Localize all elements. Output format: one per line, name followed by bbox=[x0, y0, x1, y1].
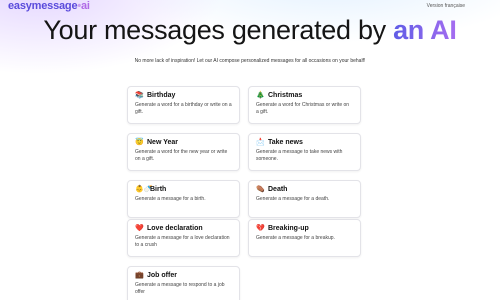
smiling-face-halo-icon: 😇 bbox=[135, 139, 144, 146]
logo-main-text: easymessage bbox=[8, 0, 78, 12]
card-description: Generate a message for a love declaratio… bbox=[135, 235, 230, 248]
card-birthday[interactable]: 📚 Birthday Generate a word for a birthday… bbox=[127, 86, 240, 124]
card-christmas[interactable]: 🎄 Christmas Generate a word for Christmas… bbox=[248, 86, 361, 124]
card-title: Christmas bbox=[268, 92, 303, 99]
card-title: New Year bbox=[147, 139, 179, 146]
card-description: Generate a message for a death. bbox=[256, 196, 330, 202]
page-title: Your messages generated by an AI bbox=[0, 15, 500, 46]
card-love-declaration[interactable]: ❤️ Love declaration Generate a message fo… bbox=[127, 219, 240, 257]
books-icon: 📚 bbox=[135, 92, 144, 99]
logo[interactable]: easymessage•ai bbox=[8, 0, 90, 12]
briefcase-icon: 💼 bbox=[135, 272, 144, 279]
card-title: Love declaration bbox=[147, 225, 203, 232]
card-description: Generate a message for a birth. bbox=[135, 196, 206, 202]
card-description: Generate a word for the new year or writ… bbox=[135, 149, 228, 162]
card-birth[interactable]: 👶🍼 Birth Generate a message for a birth. bbox=[127, 180, 240, 218]
card-title: Birthday bbox=[147, 92, 176, 99]
envelope-icon: 📩 bbox=[256, 139, 265, 146]
card-description: Generate a message to respond to a job o… bbox=[135, 282, 225, 295]
broken-heart-icon: 💔 bbox=[256, 225, 265, 232]
coffin-icon: ⚰️ bbox=[256, 186, 265, 193]
page-title-accent: an AI bbox=[393, 15, 457, 45]
card-description: Generate a message for a breakup. bbox=[256, 235, 335, 241]
card-title: Death bbox=[268, 186, 288, 193]
card-title: Birth bbox=[150, 186, 167, 193]
card-job-offer[interactable]: 💼 Job offer Generate a message to respond… bbox=[127, 266, 240, 300]
tagline: No more lack of inspiration! Let our AI … bbox=[134, 58, 366, 64]
page: easymessage•ai Version française Your me… bbox=[0, 0, 500, 300]
christmas-tree-icon: 🎄 bbox=[256, 92, 265, 99]
card-title: Job offer bbox=[147, 272, 177, 279]
card-title: Breaking-up bbox=[268, 225, 309, 232]
logo-ai-text: ai bbox=[81, 0, 90, 12]
card-description: Generate a message to take news with som… bbox=[256, 149, 343, 162]
language-link[interactable]: Version française bbox=[427, 3, 465, 9]
baby-bottle-icon: 👶🍼 bbox=[135, 186, 153, 193]
page-title-start: Your messages generated by bbox=[43, 15, 386, 45]
top-bar: easymessage•ai Version française bbox=[0, 0, 500, 14]
card-description: Generate a word for Christmas or write o… bbox=[256, 102, 350, 115]
red-heart-icon: ❤️ bbox=[135, 225, 144, 232]
card-title: Take news bbox=[268, 139, 303, 146]
card-death[interactable]: ⚰️ Death Generate a message for a death. bbox=[248, 180, 361, 218]
card-new-year[interactable]: 😇 New Year Generate a word for the new ye… bbox=[127, 133, 240, 171]
card-take-news[interactable]: 📩 Take news Generate a message to take ne… bbox=[248, 133, 361, 171]
card-description: Generate a word for a birthday or write … bbox=[135, 102, 232, 115]
card-breaking-up[interactable]: 💔 Breaking-up Generate a message for a br… bbox=[248, 219, 361, 257]
